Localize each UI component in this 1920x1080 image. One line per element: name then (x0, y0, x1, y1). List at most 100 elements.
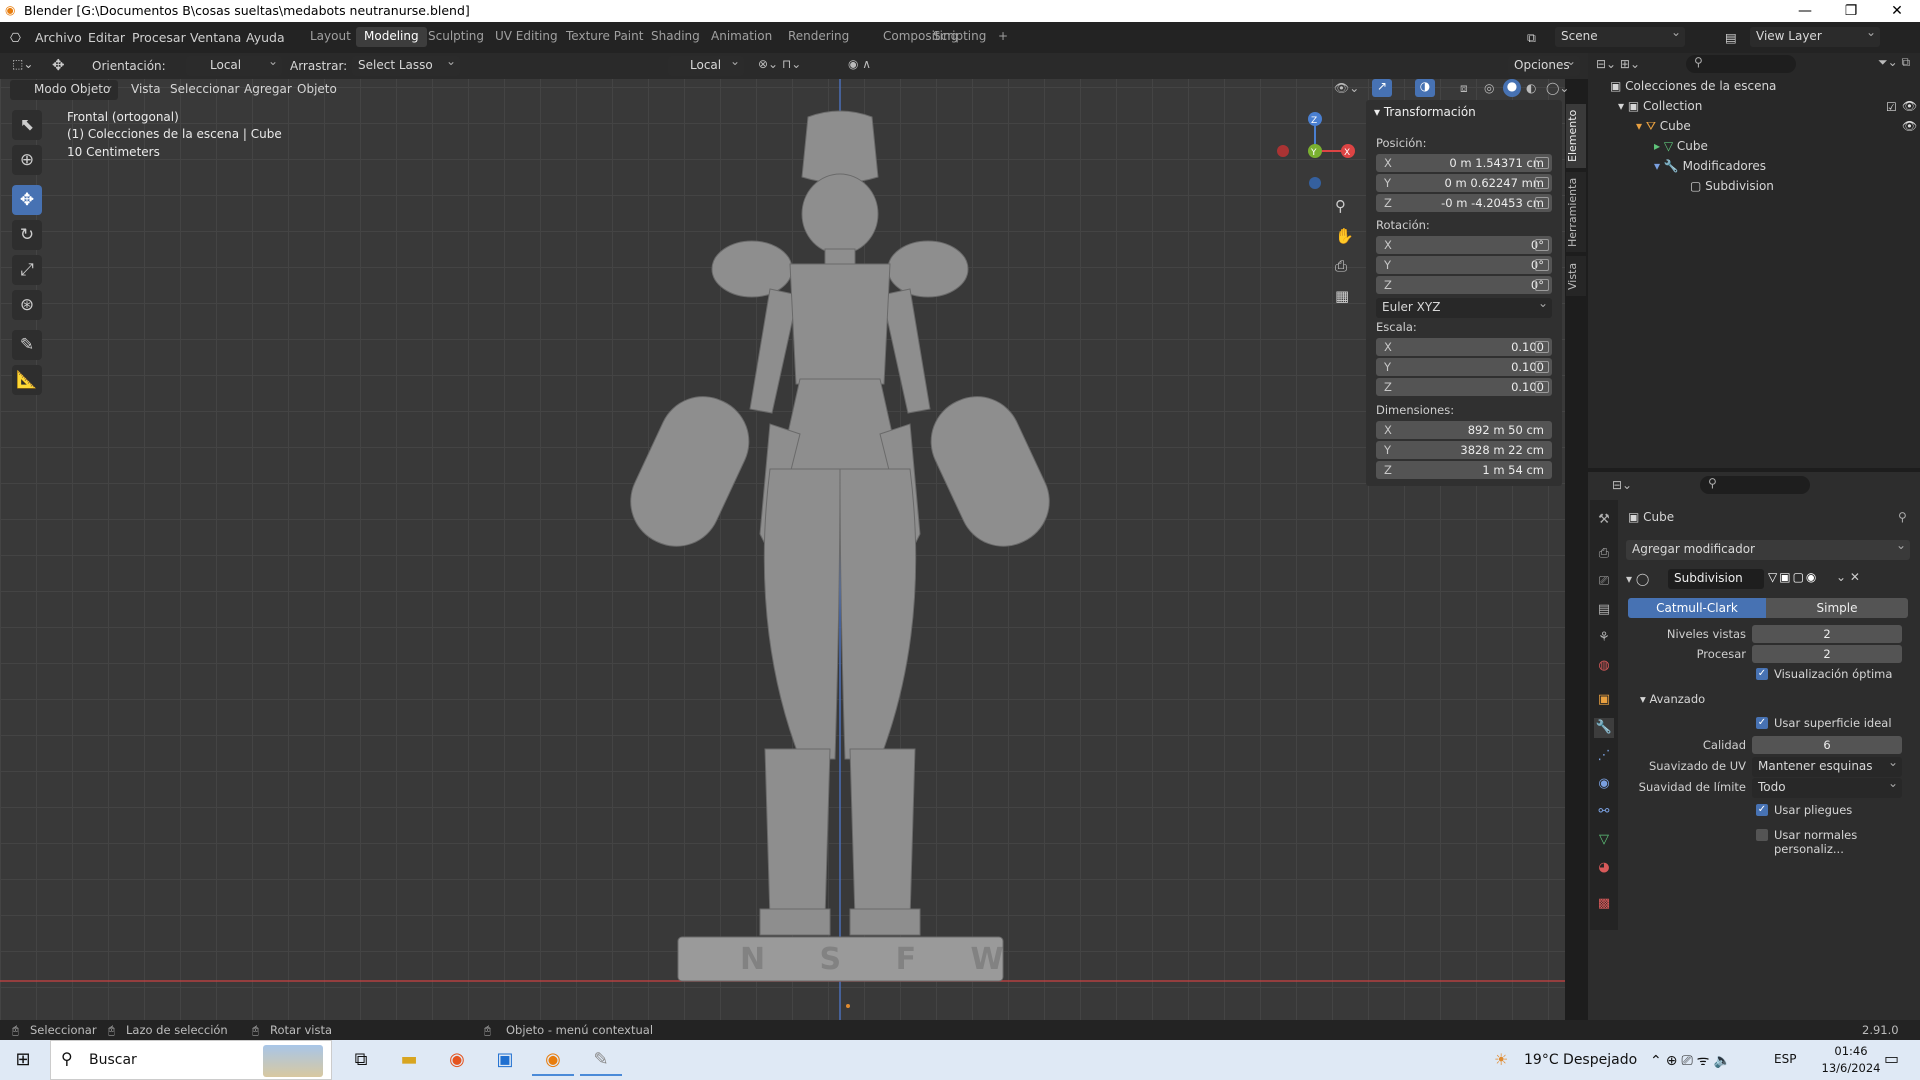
view-layer-tab-icon[interactable]: ▤ (1594, 600, 1614, 620)
world-tab-icon[interactable]: ◍ (1594, 656, 1614, 676)
firefox-icon[interactable]: ◉ (436, 1044, 478, 1076)
menu-objeto[interactable]: Objeto (297, 82, 337, 96)
outliner-modifier-subdivision[interactable]: ▢ Subdivision (1690, 179, 1774, 193)
output-tab-icon[interactable]: ⎚ (1594, 572, 1614, 592)
gizmo-toggle-icon[interactable]: ↗ (1372, 79, 1392, 97)
scale-tool-icon[interactable]: ⤢ (12, 255, 42, 285)
options-dropdown[interactable]: Opciones (1508, 56, 1580, 76)
tab-rendering[interactable]: Rendering (780, 27, 857, 47)
simple-button[interactable]: Simple (1766, 598, 1908, 618)
rotation-y-field[interactable]: Y 0° (1376, 256, 1552, 274)
custom-normals-checkbox[interactable] (1756, 829, 1768, 841)
scene-selector[interactable]: Scene (1555, 27, 1685, 47)
editor-type-icon[interactable]: ⬚⌄ (12, 57, 33, 71)
transform-tool-icon[interactable]: ⊛ (12, 290, 42, 320)
tab-texture-paint[interactable]: Texture Paint (558, 27, 651, 47)
file-explorer-icon[interactable]: ▬ (388, 1044, 430, 1076)
lock-icon[interactable] (1535, 197, 1549, 209)
windows-start-icon[interactable]: ⊞ (2, 1044, 44, 1076)
limit-surface-checkbox[interactable]: ✓ (1756, 717, 1768, 729)
lock-icon[interactable] (1535, 341, 1549, 353)
select-tool-icon[interactable]: ⬉ (12, 110, 42, 140)
visibility-icon[interactable]: 👁⌄ (1334, 81, 1359, 95)
texture-tab-icon[interactable]: ▩ (1594, 894, 1614, 914)
solid-shading-icon[interactable]: ● (1503, 79, 1521, 97)
physics-tab-icon[interactable]: ◉ (1594, 774, 1614, 794)
scale-x-field[interactable]: X 0.100 (1376, 338, 1552, 356)
checkbox-icon[interactable]: ☑ (1886, 100, 1897, 114)
mode-dropdown[interactable]: Modo Objeto (10, 80, 118, 100)
rotation-z-field[interactable]: Z 0° (1376, 276, 1552, 294)
minimize-button[interactable]: — (1782, 0, 1828, 22)
annotate-tool-icon[interactable]: ✎ (12, 330, 42, 360)
drag-dropdown[interactable]: Select Lasso (352, 56, 460, 76)
lock-icon[interactable] (1535, 259, 1549, 271)
position-y-field[interactable]: Y0 m 0.62247 mm (1376, 174, 1552, 192)
tab-animation[interactable]: Animation (703, 27, 780, 47)
outliner-search-input[interactable]: ⚲ (1686, 55, 1796, 73)
add-workspace-button[interactable]: + (990, 27, 1016, 47)
position-z-field[interactable]: Z -0 m -4.20453 cm (1376, 194, 1552, 212)
material-shading-icon[interactable]: ◐ (1526, 81, 1536, 95)
dimension-x-field[interactable]: X 892 m 50 cm (1376, 421, 1552, 439)
particles-tab-icon[interactable]: ⋰ (1594, 746, 1614, 766)
outliner-scene-collection[interactable]: ▣ Colecciones de la escena (1610, 79, 1776, 93)
measure-tool-icon[interactable]: 📐 (12, 365, 42, 395)
eye-icon[interactable]: 👁 (1902, 119, 1917, 133)
close-button[interactable]: ✕ (1874, 0, 1920, 22)
use-creases-checkbox[interactable]: ✓ (1756, 804, 1768, 816)
tab-sculpting[interactable]: Sculpting (420, 27, 492, 47)
wireframe-shading-icon[interactable]: ◎ (1484, 81, 1494, 95)
eye-icon[interactable]: 👁 (1902, 99, 1917, 113)
menu-archivo[interactable]: Archivo (35, 30, 82, 45)
outliner-object-cube[interactable]: ▾ ⛛ Cube (1636, 119, 1691, 134)
overlay-toggle-icon[interactable]: ◑ (1415, 79, 1435, 97)
modifier-collapse-icon[interactable]: ▾ ◯ (1626, 572, 1649, 586)
tab-layout[interactable]: Layout (302, 27, 359, 47)
position-x-field[interactable]: X0 m 1.54371 cm (1376, 154, 1552, 172)
lock-icon[interactable] (1535, 239, 1549, 251)
boundary-smooth-dropdown[interactable]: Todo (1752, 778, 1902, 798)
tab-scripting[interactable]: Scripting (925, 27, 994, 47)
rotation-mode-dropdown[interactable]: Euler XYZ (1376, 298, 1552, 318)
lock-icon[interactable] (1535, 381, 1549, 393)
dimension-y-field[interactable]: Y 3828 m 22 cm (1376, 441, 1552, 459)
outliner-collection[interactable]: ▾ ▣ Collection (1618, 99, 1702, 113)
menu-editar[interactable]: Editar (88, 30, 125, 45)
render-tab-icon[interactable]: ⎙ (1594, 544, 1614, 564)
snap-icon[interactable]: ⊗⌄ ⊓⌄ (758, 57, 801, 71)
properties-search-input[interactable]: ⚲ (1700, 476, 1810, 494)
menu-ventana[interactable]: Ventana (190, 30, 241, 45)
orientation-dropdown[interactable]: Local (186, 56, 282, 76)
render-shading-icon[interactable]: ◯⌄ (1546, 81, 1569, 95)
proportional-edit-icon[interactable]: ◉ ∧ (848, 57, 871, 71)
modifier-name-field[interactable]: Subdivision (1668, 569, 1764, 589)
levels-field[interactable]: 2 (1752, 625, 1902, 643)
scale-y-field[interactable]: Y 0.100 (1376, 358, 1552, 376)
properties-editor-icon[interactable]: ⊟⌄ (1612, 478, 1632, 492)
taskbar-search-input[interactable]: ⚲ Buscar (50, 1040, 332, 1080)
uv-smooth-dropdown[interactable]: Mantener esquinas (1752, 757, 1902, 777)
constraints-tab-icon[interactable]: ⚯ (1594, 802, 1614, 822)
catmull-clark-button[interactable]: Catmull-Clark (1628, 598, 1766, 618)
scale-z-field[interactable]: Z 0.100 (1376, 378, 1552, 396)
transform-panel-title[interactable]: ▾ Transformación (1374, 105, 1476, 119)
render-levels-field[interactable]: 2 (1752, 645, 1902, 663)
paint-app-icon[interactable]: ✎ (580, 1044, 622, 1076)
tab-uv-editing[interactable]: UV Editing (487, 27, 566, 47)
view-layer-selector[interactable]: View Layer (1750, 27, 1880, 47)
camera-icon[interactable]: ⎙ (1335, 257, 1347, 275)
clock-time[interactable]: 01:46 (1828, 1044, 1874, 1058)
menu-ayuda[interactable]: Ayuda (246, 30, 285, 45)
blender-taskbar-icon[interactable]: ◉ (532, 1044, 574, 1076)
menu-seleccionar[interactable]: Seleccionar (170, 82, 239, 96)
lock-icon[interactable] (1535, 361, 1549, 373)
lock-icon[interactable] (1535, 177, 1549, 189)
outliner-mesh-cube[interactable]: ▸ ▽ Cube (1654, 139, 1708, 153)
restore-button[interactable]: ❐ (1828, 0, 1874, 22)
advanced-subpanel[interactable]: ▾ Avanzado (1640, 692, 1705, 706)
tab-modeling[interactable]: Modeling (356, 27, 427, 47)
data-tab-icon[interactable]: ▽ (1594, 830, 1614, 850)
menu-vista[interactable]: Vista (131, 82, 161, 96)
tab-herramienta[interactable]: Herramienta (1566, 172, 1586, 252)
